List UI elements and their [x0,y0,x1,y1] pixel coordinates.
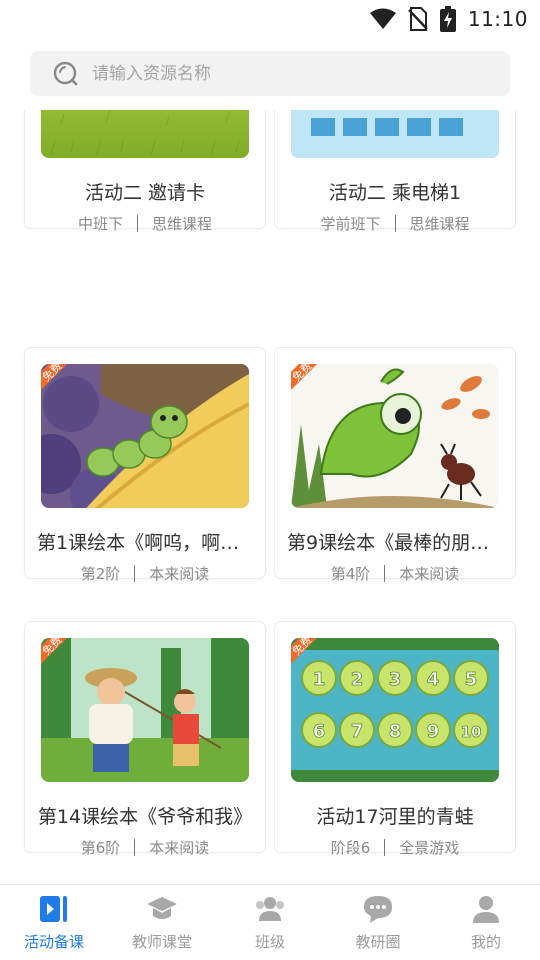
card-thumbnail: 免费 [291,110,499,158]
card-meta: 第6阶 本来阅读 [25,837,265,858]
resource-card[interactable]: 免费 活动二 邀请卡 中班下 思维课程 [25,110,265,233]
tab-teacher-class[interactable]: 教师课堂 [108,885,216,960]
tab-label: 我的 [470,933,501,951]
battery-charging-icon [439,6,456,32]
tab-lesson-prep[interactable]: 活动备课 [0,885,108,960]
card-title: 第14课绘本《爷爷和我》 [37,806,253,828]
tab-mine[interactable]: 我的 [432,885,540,960]
search-input[interactable] [92,63,452,84]
card-thumbnail: 免费 [41,364,249,508]
card-category: 本来阅读 [149,565,210,583]
resource-feed[interactable]: 免费 活动二 邀请卡 中班下 思维课程 [0,110,540,884]
meta-divider [384,839,386,856]
resource-card[interactable]: 免费 活动二 乘电梯1 学前班下 思维课程 [275,110,515,233]
card-meta: 第2阶 本来阅读 [25,563,265,584]
meta-divider [384,565,386,582]
lily-number: 9 [427,721,440,742]
status-icons: 11:10 [369,6,528,32]
lily-number: 10 [461,723,482,741]
lily-number: 5 [465,669,478,690]
status-time: 11:10 [467,7,528,31]
wifi-icon [369,8,396,29]
card-level: 第4阶 [330,565,371,583]
card-title: 活动二 邀请卡 [84,182,206,204]
card-title: 活动17河里的青蛙 [316,806,474,828]
card-thumbnail: 免费 [41,638,249,782]
resource-card[interactable]: 免费 第14课绘本《爷爷和我》 第6阶 本来阅读 [25,622,265,857]
free-badge: 免费 [291,638,317,664]
card-meta: 阶段6 全景游戏 [275,837,515,858]
card-title: 第9课绘本《最棒的朋友》 [287,532,503,554]
card-category: 全景游戏 [399,839,460,857]
card-title: 活动二 乘电梯1 [328,182,462,204]
card-thumbnail: 免费 [41,110,249,158]
tab-class[interactable]: 班级 [216,885,324,960]
card-level: 中班下 [77,215,123,233]
card-level: 第6阶 [80,839,121,857]
meta-divider [137,215,138,232]
user-profile-icon [473,896,499,923]
meta-divider [394,215,396,232]
resource-card[interactable]: 免费 第9课绘本《最棒的朋友》 第4阶 本来阅读 [275,348,515,583]
card-category: 本来阅读 [399,565,460,583]
tab-label: 教师课堂 [131,933,192,951]
tab-research-circle[interactable]: 教研圈 [324,885,432,960]
resource-card[interactable]: 免费 第1课绘本《啊呜，啊呜》 第2阶 本来阅读 [25,348,265,583]
card-category: 思维课程 [409,215,470,233]
lesson-prep-icon [40,896,67,922]
card-category: 本来阅读 [149,839,210,857]
free-badge: 免费 [41,638,67,664]
card-level: 第2阶 [80,565,121,583]
class-group-icon [256,897,284,921]
search-icon [53,61,78,85]
free-badge: 免费 [291,364,317,390]
meta-divider [134,839,136,856]
bottom-tab-bar: 活动备课 教师课堂 班级 教研圈 我的 [0,884,540,960]
lily-number: 7 [351,721,364,742]
card-level: 学前班下 [320,215,381,233]
tab-label: 活动备课 [23,933,84,951]
lily-number: 3 [389,669,402,690]
card-category: 思维课程 [152,215,213,233]
lily-number: 4 [427,669,440,690]
graduation-cap-icon [147,897,177,919]
card-meta: 第4阶 本来阅读 [275,563,515,584]
search-bar[interactable] [30,51,510,96]
lily-number: 8 [389,721,402,742]
chat-bubble-icon [364,896,392,923]
card-level: 阶段6 [330,839,371,857]
free-badge: 免费 [41,364,67,390]
tab-label: 教研圈 [355,933,401,951]
meta-divider [134,565,136,582]
card-meta: 学前班下 思维课程 [275,213,515,234]
lily-number: 2 [351,669,364,690]
card-thumbnail: 1 2 3 4 5 6 7 8 9 10 免费 [291,638,499,782]
card-title: 第1课绘本《啊呜，啊呜》 [37,532,253,554]
resource-card[interactable]: 1 2 3 4 5 6 7 8 9 10 免费 活动17河里的青蛙 阶段6 全景游… [275,622,515,857]
card-thumbnail: 免费 [291,364,499,508]
tab-label: 班级 [254,933,285,951]
card-meta: 中班下 思维课程 [25,213,265,234]
lily-number: 6 [313,721,326,742]
status-bar: 11:10 [0,0,540,38]
no-sim-icon [407,7,428,31]
